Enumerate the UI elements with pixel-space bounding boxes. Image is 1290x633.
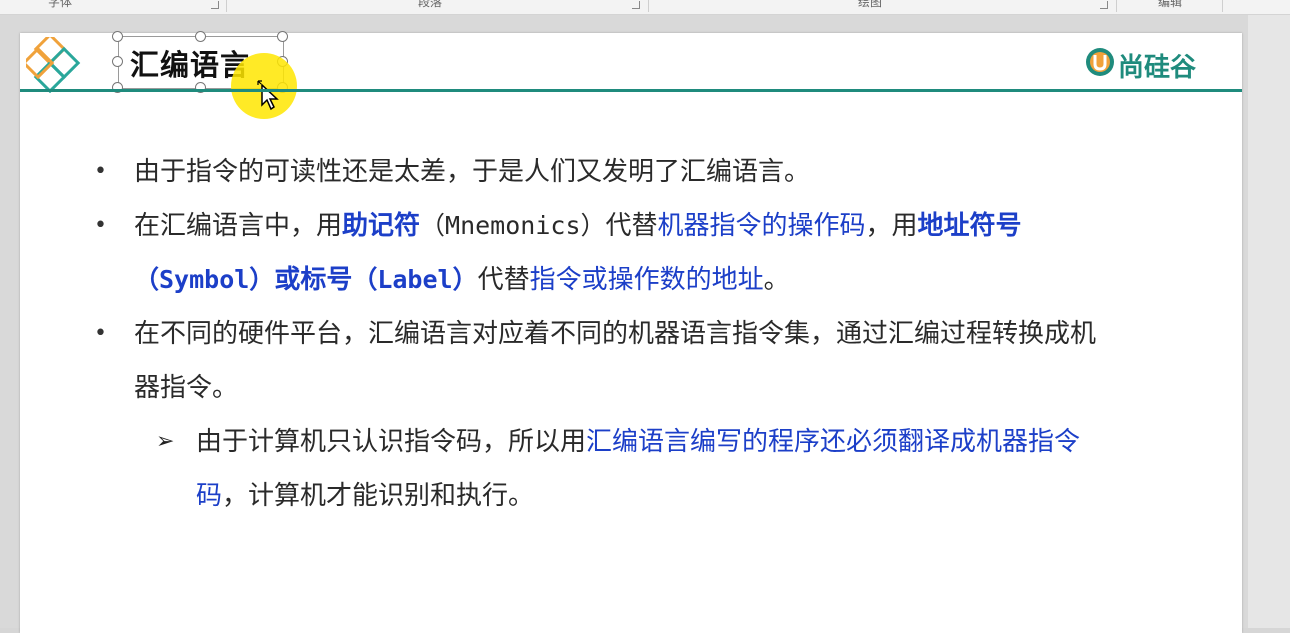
arrow-bullet-icon: ➢ <box>156 429 175 454</box>
sub-bullet-item: ➢ 由于计算机只认识指令码，所以用汇编语言编写的程序还必须翻译成机器指令码，计算… <box>94 415 1114 523</box>
diamond-logo-icon <box>26 37 81 93</box>
resize-handle-left[interactable] <box>112 56 123 67</box>
ribbon-bar: 字体 段落 绘图 编辑 <box>0 0 1290 15</box>
ribbon-separator <box>1222 0 1223 12</box>
resize-handle-top-left[interactable] <box>112 31 123 42</box>
ribbon-group-editing[interactable]: 编辑 <box>1130 0 1210 13</box>
ribbon-separator <box>226 0 227 12</box>
drawing-dialog-launcher-icon[interactable] <box>1100 1 1108 9</box>
bullet-item: • 在汇编语言中，用助记符（Mnemonics）代替机器指令的操作码，用地址符号… <box>94 199 1114 307</box>
title-divider-line <box>20 89 1242 92</box>
ribbon-group-paragraph[interactable]: 段落 <box>390 0 470 13</box>
resize-handle-top[interactable] <box>195 31 206 42</box>
bullet-text: 由于指令的可读性还是太差，于是人们又发明了汇编语言。 <box>134 157 811 187</box>
brand-logo: 尚硅谷 <box>1084 46 1196 83</box>
resize-handle-top-right[interactable] <box>277 31 288 42</box>
ribbon-separator <box>648 0 649 12</box>
bullet-text: 在汇编语言中，用助记符（Mnemonics）代替机器指令的操作码，用地址符号（S… <box>134 211 1022 295</box>
ribbon-group-drawing[interactable]: 绘图 <box>830 0 910 13</box>
vertical-scrollbar[interactable] <box>1248 15 1290 628</box>
brand-mark-icon <box>1086 48 1114 76</box>
bullet-text: 在不同的硬件平台，汇编语言对应着不同的机器语言指令集，通过汇编过程转换成机器指令… <box>134 319 1097 403</box>
move-cursor-icon <box>257 80 279 111</box>
bullet-dot: • <box>94 213 107 238</box>
bullet-item: • 在不同的硬件平台，汇编语言对应着不同的机器语言指令集，通过汇编过程转换成机器… <box>94 307 1114 415</box>
bullet-dot: • <box>94 159 107 184</box>
brand-name: 尚硅谷 <box>1118 53 1197 83</box>
ribbon-separator <box>1116 0 1117 12</box>
font-dialog-launcher-icon[interactable] <box>211 1 219 9</box>
ribbon-group-font[interactable]: 字体 <box>20 0 100 13</box>
sub-bullet-text: 由于计算机只认识指令码，所以用汇编语言编写的程序还必须翻译成机器指令码，计算机才… <box>196 427 1081 511</box>
bullet-dot: • <box>94 321 107 346</box>
slide-content[interactable]: • 由于指令的可读性还是太差，于是人们又发明了汇编语言。 • 在汇编语言中，用助… <box>94 145 1114 523</box>
bullet-item: • 由于指令的可读性还是太差，于是人们又发明了汇编语言。 <box>94 145 1114 199</box>
paragraph-dialog-launcher-icon[interactable] <box>632 1 640 9</box>
